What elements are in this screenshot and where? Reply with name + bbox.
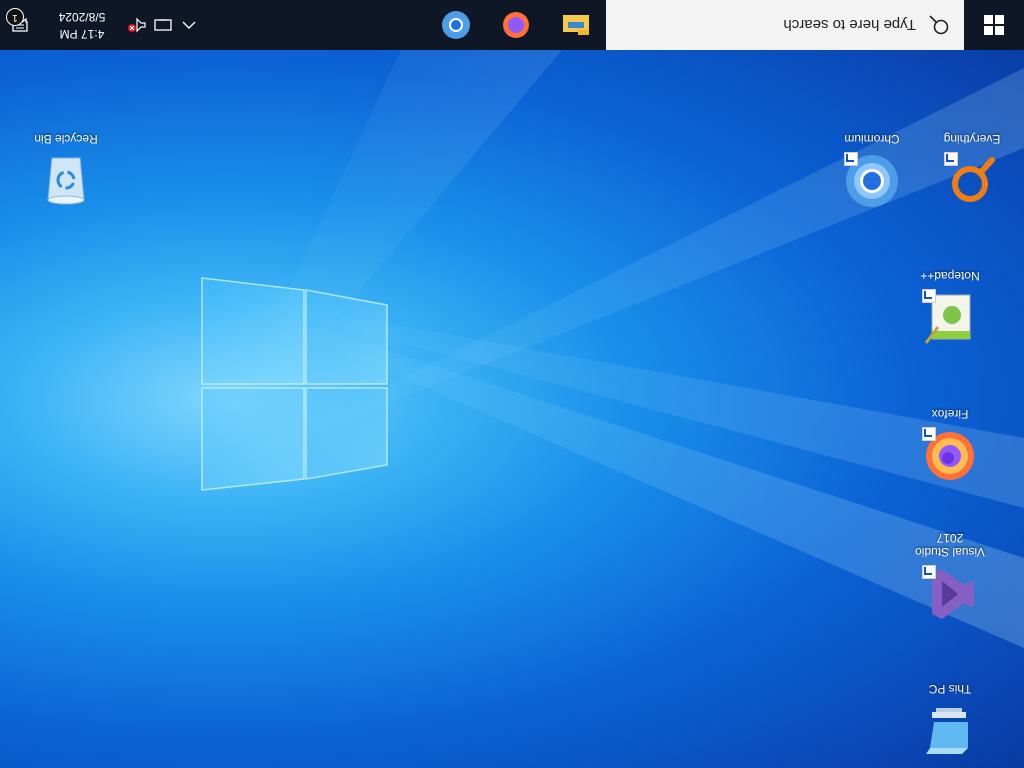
recycle-bin-label: Recycle Bin xyxy=(34,132,98,146)
wallpaper xyxy=(201,0,1024,648)
action-center-button[interactable]: 1 xyxy=(0,0,40,50)
volume-button[interactable] xyxy=(124,0,150,50)
firefox-icon xyxy=(503,12,529,38)
firefox-label: Firefox xyxy=(931,407,969,421)
taskbar-search-box[interactable]: Type here to search xyxy=(606,0,964,50)
desktop-icon-chromium[interactable]: Chromium xyxy=(834,132,910,212)
notepadpp-label: Notepad++ xyxy=(920,269,980,283)
everything-label: Everything xyxy=(943,132,1001,146)
desktop-icon-firefox[interactable]: Firefox xyxy=(912,407,988,487)
visual-studio-label: Visual Studio 2017 xyxy=(915,531,985,559)
search-placeholder: Type here to search xyxy=(783,16,916,34)
windows-logo-wallpaper xyxy=(201,277,388,491)
recycle-bin-icon xyxy=(47,157,85,205)
network-icon xyxy=(154,19,172,31)
desktop-icon-everything[interactable]: Everything xyxy=(934,132,1010,212)
volume-muted-icon xyxy=(128,17,146,33)
chevron-up-icon xyxy=(182,21,196,29)
clock-time: 4:17 PM xyxy=(59,27,105,41)
shortcut-arrow-icon xyxy=(922,427,936,441)
taskbar-file-explorer[interactable] xyxy=(546,0,606,50)
desktop-screen: This PC Visual Studio 2017 Firefox Notep… xyxy=(0,0,1024,768)
chromium-label: Chromium xyxy=(844,132,900,146)
this-pc-label: This PC xyxy=(928,682,972,696)
taskbar-firefox[interactable] xyxy=(486,0,546,50)
desktop-icon-notepadpp[interactable]: Notepad++ xyxy=(912,269,988,349)
this-pc-icon xyxy=(926,708,968,754)
desktop-icon-visual-studio[interactable]: Visual Studio 2017 xyxy=(912,531,988,625)
clock-date: 5/8/2024 xyxy=(58,10,106,24)
shortcut-arrow-icon xyxy=(844,152,858,166)
taskbar: Type here to search 4:17 PM 5/8/2024 1 xyxy=(0,0,1024,50)
system-tray: 4:17 PM 5/8/2024 1 xyxy=(0,0,202,50)
desktop-icon-recycle-bin[interactable]: Recycle Bin xyxy=(28,132,104,212)
notification-count-badge: 1 xyxy=(6,8,24,26)
chromium-icon xyxy=(442,11,470,39)
windows-start-icon xyxy=(984,15,1004,35)
search-icon xyxy=(929,15,949,35)
taskbar-clock[interactable]: 4:17 PM 5/8/2024 xyxy=(40,8,124,42)
shortcut-arrow-icon xyxy=(922,289,936,303)
start-button[interactable] xyxy=(964,0,1024,50)
desktop-icon-this-pc[interactable]: This PC xyxy=(912,682,988,762)
file-explorer-icon xyxy=(563,15,589,35)
shortcut-arrow-icon xyxy=(922,565,936,579)
show-hidden-icons-button[interactable] xyxy=(176,0,202,50)
taskbar-chromium[interactable] xyxy=(426,0,486,50)
shortcut-arrow-icon xyxy=(944,152,958,166)
network-button[interactable] xyxy=(150,0,176,50)
